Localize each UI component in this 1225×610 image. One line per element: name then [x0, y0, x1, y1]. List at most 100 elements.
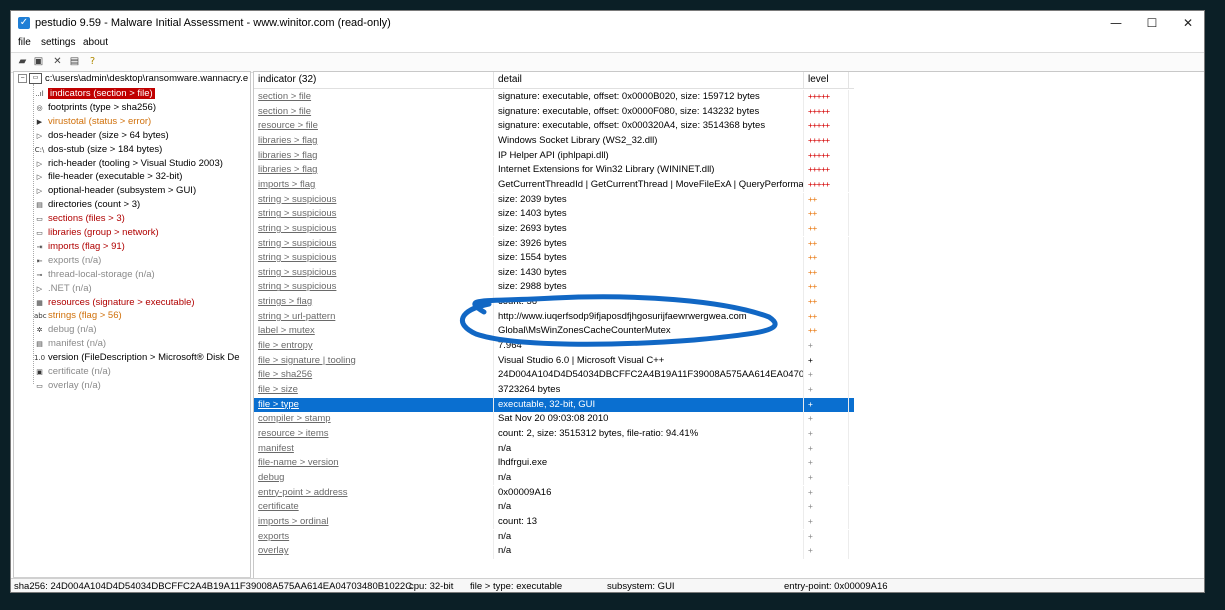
console-icon: C:\ [34, 145, 45, 154]
save-icon[interactable]: ▣ [32, 55, 45, 68]
table-row[interactable]: string > suspicious size: 1430 bytes ++ [254, 265, 854, 281]
tree-item-label: indicators (section > file) [48, 88, 155, 99]
level-cell: + [804, 529, 849, 545]
document-icon[interactable]: ▤ [68, 55, 81, 68]
indicator-tree[interactable]: − ▭ c:\users\admin\desktop\ransomware.wann… [13, 71, 251, 578]
tree-item[interactable]: ✲ debug (n/a) [34, 323, 97, 337]
table-row[interactable]: file > size 3723264 bytes + [254, 383, 854, 398]
table-row[interactable]: section > file signature: executable, off… [254, 90, 854, 105]
tree-item[interactable]: ▣ certificate (n/a) [34, 365, 111, 379]
table-row[interactable]: resource > file signature: executable, of… [254, 119, 854, 134]
table-row[interactable]: libraries > flag Windows Socket Library (… [254, 133, 854, 149]
table-row[interactable]: imports > ordinal count: 13 + [254, 514, 854, 530]
tree-item[interactable]: ▤ manifest (n/a) [34, 337, 106, 351]
tree-item[interactable]: ⇥ imports (flag > 91) [34, 240, 125, 254]
tree-item-label: libraries (group > network) [48, 227, 159, 238]
pestudio-app-icon: ✓ [18, 17, 30, 29]
tree-item[interactable]: C:\ dos-stub (size > 184 bytes) [34, 143, 163, 157]
collapse-icon[interactable]: − [18, 74, 27, 83]
tree-item[interactable]: abcstrings (flag > 56) [34, 309, 122, 323]
table-row[interactable]: resource > items count: 2, size: 3515312 … [254, 426, 854, 442]
indicator-cell: string > suspicious [254, 251, 494, 266]
table-row[interactable]: entry-point > address 0x00009A16 + [254, 485, 854, 501]
table-row[interactable]: string > url-pattern http://www.iuqerfsod… [254, 309, 854, 325]
overlay-icon: ▭ [36, 381, 43, 390]
tree-item-label: dos-stub (size > 184 bytes) [48, 143, 163, 155]
tree-item[interactable]: ▭ libraries (group > network) [34, 226, 159, 240]
table-row[interactable]: file > sha256 24D004A104D4D54034DBCFFC2A4… [254, 368, 854, 383]
indicator-cell: label > mutex [254, 324, 494, 339]
table-row[interactable]: overlay n/a + [254, 544, 854, 559]
tree-item[interactable]: ⊸ thread-local-storage (n/a) [34, 268, 155, 282]
column-header-detail[interactable]: detail [494, 72, 804, 88]
table-row[interactable]: string > suspicious size: 2693 bytes ++ [254, 221, 854, 237]
tree-item[interactable]: ▷ optional-header (subsystem > GUI) [34, 184, 196, 198]
tree-item[interactable]: ◎ footprints (type > sha256) [34, 101, 156, 115]
table-row[interactable]: certificate n/a + [254, 500, 854, 515]
virustotal-icon: ▶ [36, 117, 43, 126]
tree-item[interactable]: ▭ sections (files > 3) [34, 212, 125, 226]
tree-item[interactable]: ..ıl indicators (section > file) [34, 87, 155, 101]
tree-item[interactable]: ▷ dos-header (size > 64 bytes) [34, 129, 169, 143]
minimize-button[interactable]: — [1098, 11, 1134, 35]
detail-cell: signature: executable, offset: 0x0000F08… [494, 104, 804, 120]
table-row[interactable]: section > file signature: executable, off… [254, 104, 854, 120]
menu-file[interactable]: file [18, 37, 31, 48]
level-cell: ++ [804, 192, 849, 208]
table-row[interactable]: libraries > flag Internet Extensions for … [254, 163, 854, 178]
level-cell: + [804, 544, 849, 559]
tree-item[interactable]: ▷ .NET (n/a) [34, 282, 92, 296]
level-cell: +++++ [804, 104, 849, 120]
table-row[interactable]: exports n/a + [254, 529, 854, 545]
table-row[interactable]: file-name > version lhdfrgui.exe + [254, 456, 854, 471]
column-header-level[interactable]: level [804, 72, 849, 88]
tree-item[interactable]: ⇤ exports (n/a) [34, 254, 102, 268]
table-row[interactable]: string > suspicious size: 1403 bytes ++ [254, 207, 854, 222]
table-row[interactable]: libraries > flag IP Helper API (iphlpapi.… [254, 148, 854, 164]
menu-settings[interactable]: settings [41, 37, 75, 48]
tree-item[interactable]: 1.0 version (FileDescription > Microsoft®… [34, 351, 240, 365]
table-row[interactable]: strings > flag count: 56 ++ [254, 295, 854, 310]
tree-item[interactable]: ▦ resources (signature > executable) [34, 296, 194, 310]
maximize-button[interactable]: ☐ [1134, 11, 1170, 35]
table-row[interactable]: file > entropy 7.964 + [254, 339, 854, 354]
close-button[interactable]: ✕ [1170, 11, 1204, 35]
detail-cell: size: 2039 bytes [494, 192, 804, 208]
close-file-icon[interactable]: ✕ [51, 55, 64, 68]
table-row[interactable]: file > signature | tooling Visual Studio … [254, 353, 854, 369]
libraries-icon: ▭ [36, 229, 43, 237]
table-row[interactable]: string > suspicious size: 1554 bytes ++ [254, 251, 854, 266]
indicator-list[interactable]: indicator (32) detail level section > fi… [253, 71, 1204, 591]
column-header-indicator[interactable]: indicator (32) [254, 72, 494, 88]
table-row[interactable]: string > suspicious size: 3926 bytes ++ [254, 236, 854, 252]
table-row[interactable]: file > type executable, 32-bit, GUI + [254, 397, 854, 413]
menu-about[interactable]: about [83, 37, 108, 48]
open-icon[interactable]: ▰ [16, 55, 29, 68]
window-title: pestudio 9.59 - Malware Initial Assessme… [35, 17, 391, 29]
table-row[interactable]: manifest n/a + [254, 441, 854, 457]
help-icon[interactable]: ? [86, 55, 99, 68]
detail-cell: Windows Socket Library (WS2_32.dll) [494, 133, 804, 149]
table-row[interactable]: label > mutex Global\MsWinZonesCacheCount… [254, 324, 854, 339]
detail-cell: Visual Studio 6.0 | Microsoft Visual C++ [494, 353, 804, 369]
table-row[interactable]: string > suspicious size: 2988 bytes ++ [254, 280, 854, 296]
indicator-cell: section > file [254, 90, 494, 105]
detail-cell: http://www.iuqerfsodp9ifjaposdfjhgosurij… [494, 309, 804, 325]
indicator-cell: section > file [254, 104, 494, 120]
table-row[interactable]: debug n/a + [254, 470, 854, 486]
detail-cell: 24D004A104D4D54034DBCFFC2A4B19A11F39008A… [494, 368, 804, 383]
table-row[interactable]: string > suspicious size: 2039 bytes ++ [254, 192, 854, 208]
table-row[interactable]: imports > flag GetCurrentThreadId | GetCu… [254, 177, 854, 193]
tree-root[interactable]: − ▭ c:\users\admin\desktop\ransomware.wann… [18, 73, 248, 86]
certificate-icon: ▣ [36, 368, 43, 376]
detail-cell: signature: executable, offset: 0x0000B02… [494, 90, 804, 105]
tree-item[interactable]: ▷ file-header (executable > 32-bit) [34, 170, 183, 184]
detail-cell: GetCurrentThreadId | GetCurrentThread | … [494, 177, 804, 193]
table-row[interactable]: compiler > stamp Sat Nov 20 09:03:08 2010… [254, 412, 854, 427]
tree-item[interactable]: ▤ directories (count > 3) [34, 198, 140, 212]
tree-item[interactable]: ▷ rich-header (tooling > Visual Studio 20… [34, 157, 223, 171]
tree-item[interactable]: ▭ overlay (n/a) [34, 379, 101, 393]
fingerprint-icon: ◎ [36, 103, 43, 112]
tree-item[interactable]: ▶ virustotal (status > error) [34, 115, 151, 129]
level-cell: + [804, 485, 849, 501]
